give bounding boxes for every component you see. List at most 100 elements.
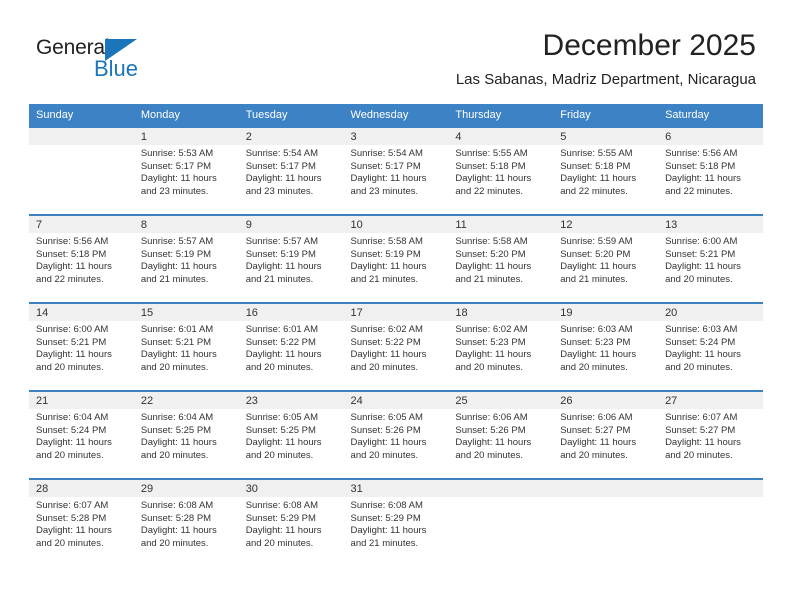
day-number[interactable]: 12: [553, 214, 659, 233]
day-detail-line: Daylight: 11 hours: [245, 173, 322, 185]
day-number[interactable]: 13: [658, 214, 763, 233]
day-detail-line: Sunrise: 6:08 AM: [140, 500, 214, 511]
day-cell[interactable]: Sunrise: 6:02 AM Sunset: 5:22 PM Daylight:…: [343, 321, 449, 391]
day-detail-line: Sunset: 5:23 PM: [455, 336, 526, 348]
day-number[interactable]: 25: [448, 390, 554, 409]
day-cell[interactable]: Sunrise: 5:58 AM Sunset: 5:20 PM Daylight:…: [448, 233, 554, 303]
day-number[interactable]: 22: [133, 390, 239, 409]
day-number[interactable]: 4: [448, 126, 554, 145]
day-cell[interactable]: Sunrise: 5:54 AM Sunset: 5:17 PM Daylight:…: [238, 145, 344, 215]
day-detail-line: Daylight: 11 hours: [140, 173, 217, 185]
day-number[interactable]: 21: [29, 390, 134, 409]
day-cell[interactable]: Sunrise: 6:08 AM Sunset: 5:29 PM Daylight:…: [343, 497, 449, 567]
day-detail-line: Sunset: 5:21 PM: [140, 336, 212, 348]
day-number[interactable]: 2: [238, 126, 344, 145]
day-detail-line: Daylight: 11 hours: [560, 173, 637, 185]
day-number[interactable]: 20: [658, 302, 763, 321]
day-cell[interactable]: Sunrise: 5:54 AM Sunset: 5:17 PM Daylight:…: [343, 145, 449, 215]
day-number[interactable]: 6: [658, 126, 763, 145]
day-cell[interactable]: Sunrise: 6:05 AM Sunset: 5:25 PM Daylight:…: [238, 409, 344, 479]
day-number[interactable]: 30: [238, 478, 344, 497]
day-cell[interactable]: Sunrise: 6:03 AM Sunset: 5:23 PM Daylight:…: [553, 321, 659, 391]
day-cell[interactable]: Sunrise: 6:06 AM Sunset: 5:27 PM Daylight:…: [553, 409, 659, 479]
day-detail-line: Daylight: 11 hours: [245, 261, 322, 273]
day-cell[interactable]: Sunrise: 6:02 AM Sunset: 5:23 PM Daylight:…: [448, 321, 554, 391]
day-detail-line: Daylight: 11 hours: [560, 349, 637, 361]
day-number[interactable]: 9: [238, 214, 344, 233]
day-cell[interactable]: Sunrise: 6:08 AM Sunset: 5:28 PM Daylight:…: [133, 497, 239, 567]
day-number-empty: [448, 478, 554, 497]
day-number[interactable]: 16: [238, 302, 344, 321]
day-number[interactable]: 28: [29, 478, 134, 497]
day-number[interactable]: 1: [133, 126, 239, 145]
day-detail-line: and 20 minutes.: [665, 361, 733, 373]
day-detail-line: Daylight: 11 hours: [245, 349, 322, 361]
day-detail-line: Sunrise: 6:00 AM: [36, 324, 109, 335]
day-cell[interactable]: Sunrise: 6:01 AM Sunset: 5:22 PM Daylight:…: [238, 321, 344, 391]
day-detail-line: and 22 minutes.: [455, 185, 523, 197]
day-number[interactable]: 11: [448, 214, 554, 233]
day-detail-line: Sunrise: 6:07 AM: [36, 500, 109, 511]
day-number[interactable]: 24: [343, 390, 449, 409]
day-detail-line: Sunset: 5:27 PM: [665, 424, 736, 436]
day-cell[interactable]: Sunrise: 6:04 AM Sunset: 5:24 PM Daylight:…: [29, 409, 134, 479]
day-detail-line: Daylight: 11 hours: [455, 173, 532, 185]
day-cell[interactable]: Sunrise: 5:56 AM Sunset: 5:18 PM Daylight:…: [658, 145, 763, 215]
day-cell[interactable]: Sunrise: 5:57 AM Sunset: 5:19 PM Daylight:…: [133, 233, 239, 303]
day-number[interactable]: 14: [29, 302, 134, 321]
day-cell[interactable]: Sunrise: 6:00 AM Sunset: 5:21 PM Daylight:…: [658, 233, 763, 303]
day-detail-line: Sunrise: 6:05 AM: [245, 412, 319, 423]
day-detail-line: and 20 minutes.: [140, 449, 209, 461]
day-number[interactable]: 23: [238, 390, 344, 409]
day-cell[interactable]: Sunrise: 6:05 AM Sunset: 5:26 PM Daylight:…: [343, 409, 449, 479]
day-cell[interactable]: Sunrise: 5:55 AM Sunset: 5:18 PM Daylight:…: [448, 145, 554, 215]
day-detail-line: and 21 minutes.: [350, 537, 419, 549]
day-number-empty: [553, 478, 659, 497]
day-cell[interactable]: Sunrise: 5:55 AM Sunset: 5:18 PM Daylight:…: [553, 145, 659, 215]
day-detail-line: Sunset: 5:18 PM: [560, 160, 631, 172]
day-cell[interactable]: Sunrise: 6:08 AM Sunset: 5:29 PM Daylight:…: [238, 497, 344, 567]
day-detail-line: Sunrise: 5:59 AM: [560, 236, 633, 247]
day-detail-line: and 20 minutes.: [36, 537, 104, 549]
day-cell[interactable]: Sunrise: 5:58 AM Sunset: 5:19 PM Daylight:…: [343, 233, 449, 303]
day-detail-line: Sunset: 5:18 PM: [455, 160, 526, 172]
day-number[interactable]: 3: [343, 126, 449, 145]
day-cell[interactable]: Sunrise: 5:56 AM Sunset: 5:18 PM Daylight:…: [29, 233, 134, 303]
day-cell[interactable]: Sunrise: 6:01 AM Sunset: 5:21 PM Daylight:…: [133, 321, 239, 391]
day-number[interactable]: 10: [343, 214, 449, 233]
day-cell[interactable]: Sunrise: 5:57 AM Sunset: 5:19 PM Daylight:…: [238, 233, 344, 303]
day-number[interactable]: 26: [553, 390, 659, 409]
day-cell-empty: [448, 497, 554, 567]
day-cell-empty: [29, 145, 134, 215]
day-detail-line: Daylight: 11 hours: [560, 261, 637, 273]
day-cell[interactable]: Sunrise: 6:00 AM Sunset: 5:21 PM Daylight:…: [29, 321, 134, 391]
day-cell[interactable]: Sunrise: 6:06 AM Sunset: 5:26 PM Daylight:…: [448, 409, 554, 479]
weekday-header-sunday: Sunday: [29, 104, 134, 127]
day-number[interactable]: 7: [29, 214, 134, 233]
day-number[interactable]: 29: [133, 478, 239, 497]
week-info-row: Sunrise: 6:00 AM Sunset: 5:21 PM Daylight:…: [29, 321, 763, 391]
day-number[interactable]: 18: [448, 302, 554, 321]
day-cell[interactable]: Sunrise: 5:59 AM Sunset: 5:20 PM Daylight:…: [553, 233, 659, 303]
day-detail-line: Sunset: 5:26 PM: [350, 424, 421, 436]
day-cell[interactable]: Sunrise: 6:07 AM Sunset: 5:28 PM Daylight:…: [29, 497, 134, 567]
day-number[interactable]: 8: [133, 214, 239, 233]
day-detail-line: and 23 minutes.: [350, 185, 419, 197]
day-number[interactable]: 31: [343, 478, 449, 497]
day-number[interactable]: 27: [658, 390, 763, 409]
week-daynum-row: 123456: [29, 126, 763, 145]
day-detail-line: and 20 minutes.: [350, 449, 419, 461]
day-cell[interactable]: Sunrise: 5:53 AM Sunset: 5:17 PM Daylight:…: [133, 145, 239, 215]
day-cell[interactable]: Sunrise: 6:03 AM Sunset: 5:24 PM Daylight:…: [658, 321, 763, 391]
day-number[interactable]: 17: [343, 302, 449, 321]
day-detail-line: and 20 minutes.: [455, 449, 523, 461]
day-number[interactable]: 19: [553, 302, 659, 321]
day-detail-line: Sunset: 5:26 PM: [455, 424, 526, 436]
generalblue-logo[interactable]: General Blue: [36, 36, 156, 82]
day-number[interactable]: 5: [553, 126, 659, 145]
day-cell[interactable]: Sunrise: 6:04 AM Sunset: 5:25 PM Daylight:…: [133, 409, 239, 479]
day-number[interactable]: 15: [133, 302, 239, 321]
day-detail-line: Sunset: 5:20 PM: [455, 248, 526, 260]
day-cell[interactable]: Sunrise: 6:07 AM Sunset: 5:27 PM Daylight:…: [658, 409, 763, 479]
day-detail-line: Sunset: 5:27 PM: [560, 424, 631, 436]
